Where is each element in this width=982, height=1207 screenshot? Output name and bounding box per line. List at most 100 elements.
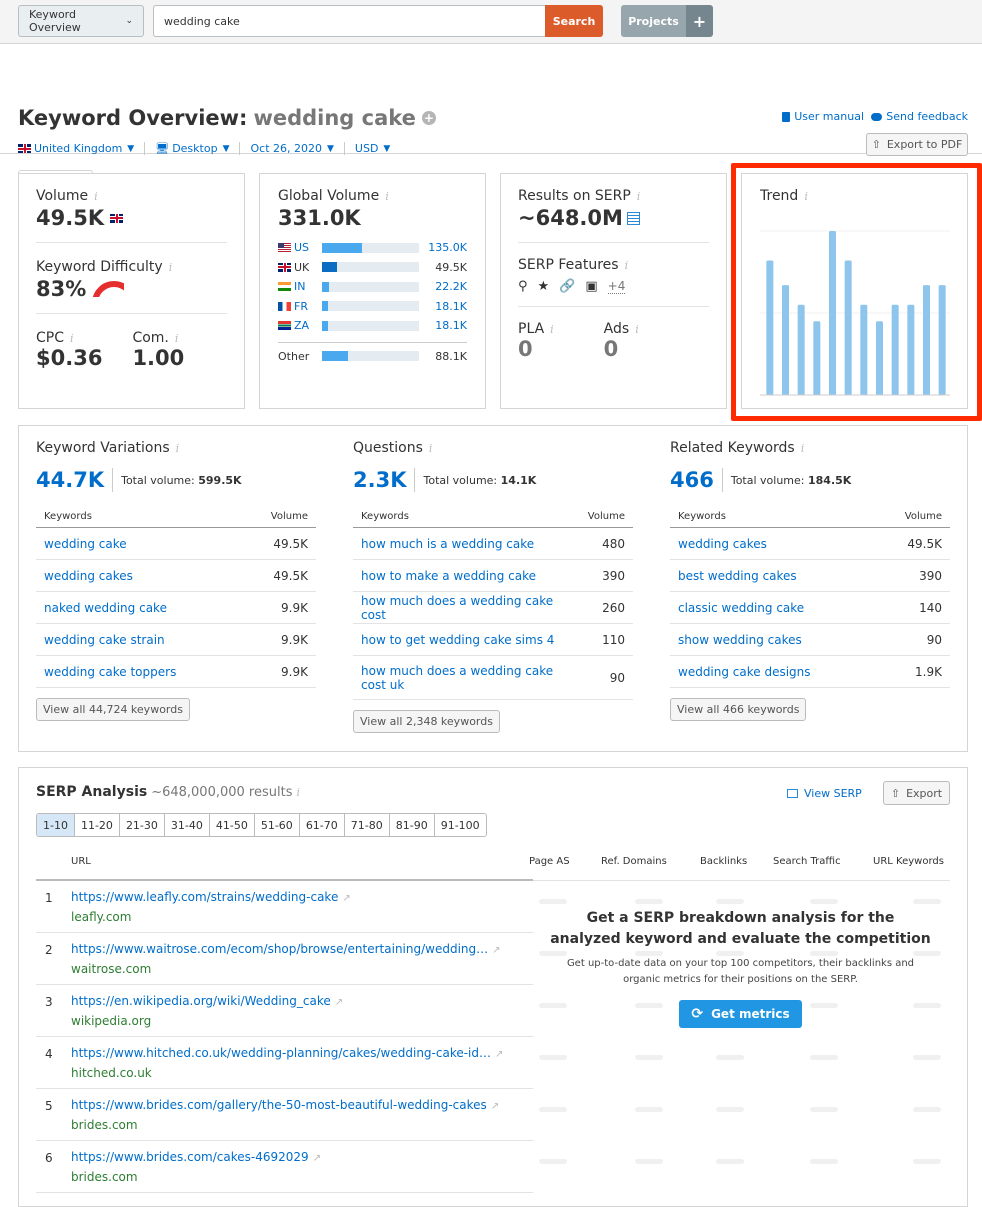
get-metrics-button[interactable]: ⟳ Get metrics: [679, 1000, 802, 1028]
result-url[interactable]: https://en.wikipedia.org/wiki/Wedding_ca…: [71, 994, 343, 1008]
keyword-count[interactable]: 466: [670, 468, 723, 492]
keyword-link[interactable]: wedding cake strain: [44, 633, 165, 647]
country-code[interactable]: ZA: [278, 319, 322, 332]
info-icon[interactable]: i: [175, 332, 179, 345]
view-all-button[interactable]: View all 2,348 keywords: [353, 710, 500, 733]
info-icon[interactable]: i: [801, 442, 805, 455]
info-icon[interactable]: i: [296, 786, 300, 799]
export-pdf-button[interactable]: ⇧ Export to PDF: [866, 133, 968, 156]
country-volume[interactable]: 18.1K: [419, 300, 467, 313]
user-manual-label: User manual: [794, 110, 864, 123]
keyword-link[interactable]: naked wedding cake: [44, 601, 167, 615]
serp-view-icon[interactable]: [626, 211, 640, 225]
search-input[interactable]: wedding cake: [153, 5, 546, 37]
cta-title: Get a SERP breakdown analysis for the an…: [550, 910, 931, 947]
result-url-text[interactable]: https://www.waitrose.com/ecom/shop/brows…: [71, 942, 488, 956]
result-url-text[interactable]: https://www.leafly.com/strains/wedding-c…: [71, 890, 338, 904]
keyword-volume: 260: [602, 600, 625, 615]
page-tab[interactable]: 31-40: [165, 814, 210, 836]
info-icon[interactable]: i: [176, 442, 180, 455]
keyword-link[interactable]: how to get wedding cake sims 4: [361, 633, 554, 647]
external-link-icon[interactable]: ↗: [492, 945, 500, 956]
info-icon[interactable]: i: [94, 190, 98, 203]
refresh-icon: ⟳: [691, 1006, 704, 1022]
result-url[interactable]: https://www.waitrose.com/ecom/shop/brows…: [71, 942, 501, 956]
info-icon[interactable]: i: [429, 442, 433, 455]
keyword-count[interactable]: 44.7K: [36, 468, 114, 492]
page-tab[interactable]: 21-30: [120, 814, 165, 836]
country-code[interactable]: US: [278, 241, 322, 254]
country-code[interactable]: FR: [278, 300, 322, 313]
country-volume[interactable]: 22.2K: [419, 280, 467, 293]
keyword-link[interactable]: how much is a wedding cake: [361, 537, 534, 551]
user-manual-link[interactable]: User manual: [782, 110, 864, 123]
chat-bubble-icon: [871, 112, 883, 121]
info-icon[interactable]: i: [385, 190, 389, 203]
page-tab[interactable]: 41-50: [210, 814, 255, 836]
external-link-icon[interactable]: ↗: [491, 1101, 499, 1112]
send-feedback-label: Send feedback: [886, 110, 968, 123]
result-url-text[interactable]: https://www.brides.com/gallery/the-50-mo…: [71, 1098, 487, 1112]
result-url[interactable]: https://www.brides.com/cakes-4692029 ↗: [71, 1150, 321, 1164]
add-keyword-icon[interactable]: +: [421, 111, 436, 125]
export-button[interactable]: ⇧ Export: [883, 781, 950, 805]
result-url-text[interactable]: https://www.hitched.co.uk/wedding-planni…: [71, 1046, 491, 1060]
info-icon[interactable]: i: [169, 261, 173, 274]
table-row: wedding cake toppers 9.9K: [36, 656, 316, 688]
page-tab[interactable]: 11-20: [75, 814, 120, 836]
country-filter[interactable]: United Kingdom ▼: [18, 142, 146, 155]
device-filter[interactable]: 🖥 Desktop ▼: [155, 142, 241, 155]
more-features-link[interactable]: +4: [607, 279, 626, 294]
keyword-link[interactable]: best wedding cakes: [678, 569, 797, 583]
date-filter[interactable]: Oct 26, 2020 ▼: [250, 142, 345, 155]
info-icon[interactable]: i: [637, 190, 641, 203]
projects-button[interactable]: Projects: [621, 5, 686, 37]
send-feedback-link[interactable]: Send feedback: [871, 110, 968, 123]
keyword-link[interactable]: how much does a wedding cake cost uk: [361, 664, 571, 692]
country-volume[interactable]: 18.1K: [419, 319, 467, 332]
info-icon[interactable]: i: [70, 332, 74, 345]
keyword-link[interactable]: wedding cake designs: [678, 665, 811, 679]
country-volume[interactable]: 135.0K: [419, 241, 467, 254]
keyword-volume: 9.9K: [281, 632, 308, 647]
result-url-text[interactable]: https://www.brides.com/cakes-4692029: [71, 1150, 309, 1164]
currency-filter[interactable]: USD ▼: [355, 142, 400, 155]
keyword-link[interactable]: how to make a wedding cake: [361, 569, 536, 583]
column-header-volume: Volume: [904, 511, 942, 522]
view-all-button[interactable]: View all 466 keywords: [670, 698, 807, 721]
add-project-button[interactable]: +: [686, 5, 713, 37]
page-tab[interactable]: 61-70: [300, 814, 345, 836]
search-button[interactable]: Search: [545, 5, 603, 37]
keyword-link[interactable]: how much does a wedding cake cost: [361, 594, 571, 622]
result-url[interactable]: https://www.leafly.com/strains/wedding-c…: [71, 890, 351, 904]
keyword-link[interactable]: wedding cake: [44, 537, 127, 551]
serp-result-row: 2 https://www.waitrose.com/ecom/shop/bro…: [36, 933, 533, 985]
page-tab[interactable]: 71-80: [345, 814, 390, 836]
info-icon[interactable]: i: [550, 323, 554, 336]
info-icon[interactable]: i: [635, 323, 639, 336]
keyword-link[interactable]: classic wedding cake: [678, 601, 804, 615]
page-tab[interactable]: 81-90: [390, 814, 435, 836]
result-url-text[interactable]: https://en.wikipedia.org/wiki/Wedding_ca…: [71, 994, 331, 1008]
view-all-button[interactable]: View all 44,724 keywords: [36, 698, 190, 721]
external-link-icon[interactable]: ↗: [495, 1049, 503, 1060]
info-icon[interactable]: i: [625, 259, 629, 272]
view-serp-link[interactable]: View SERP: [787, 787, 862, 800]
result-url[interactable]: https://www.brides.com/gallery/the-50-mo…: [71, 1098, 499, 1112]
result-position: 6: [45, 1151, 53, 1165]
tool-select-dropdown[interactable]: Keyword Overview ⌄: [18, 5, 144, 37]
external-link-icon[interactable]: ↗: [313, 1153, 321, 1164]
country-code[interactable]: IN: [278, 280, 322, 293]
page-tab[interactable]: 91-100: [435, 814, 486, 836]
country-code[interactable]: UK: [278, 261, 322, 274]
page-tab[interactable]: 1-10: [37, 814, 75, 836]
keyword-link[interactable]: show wedding cakes: [678, 633, 802, 647]
result-url[interactable]: https://www.hitched.co.uk/wedding-planni…: [71, 1046, 503, 1060]
external-link-icon[interactable]: ↗: [335, 997, 343, 1008]
keyword-count[interactable]: 2.3K: [353, 468, 416, 492]
page-tab[interactable]: 51-60: [255, 814, 300, 836]
keyword-link[interactable]: wedding cakes: [678, 537, 767, 551]
keyword-link[interactable]: wedding cake toppers: [44, 665, 176, 679]
external-link-icon[interactable]: ↗: [342, 893, 350, 904]
keyword-link[interactable]: wedding cakes: [44, 569, 133, 583]
